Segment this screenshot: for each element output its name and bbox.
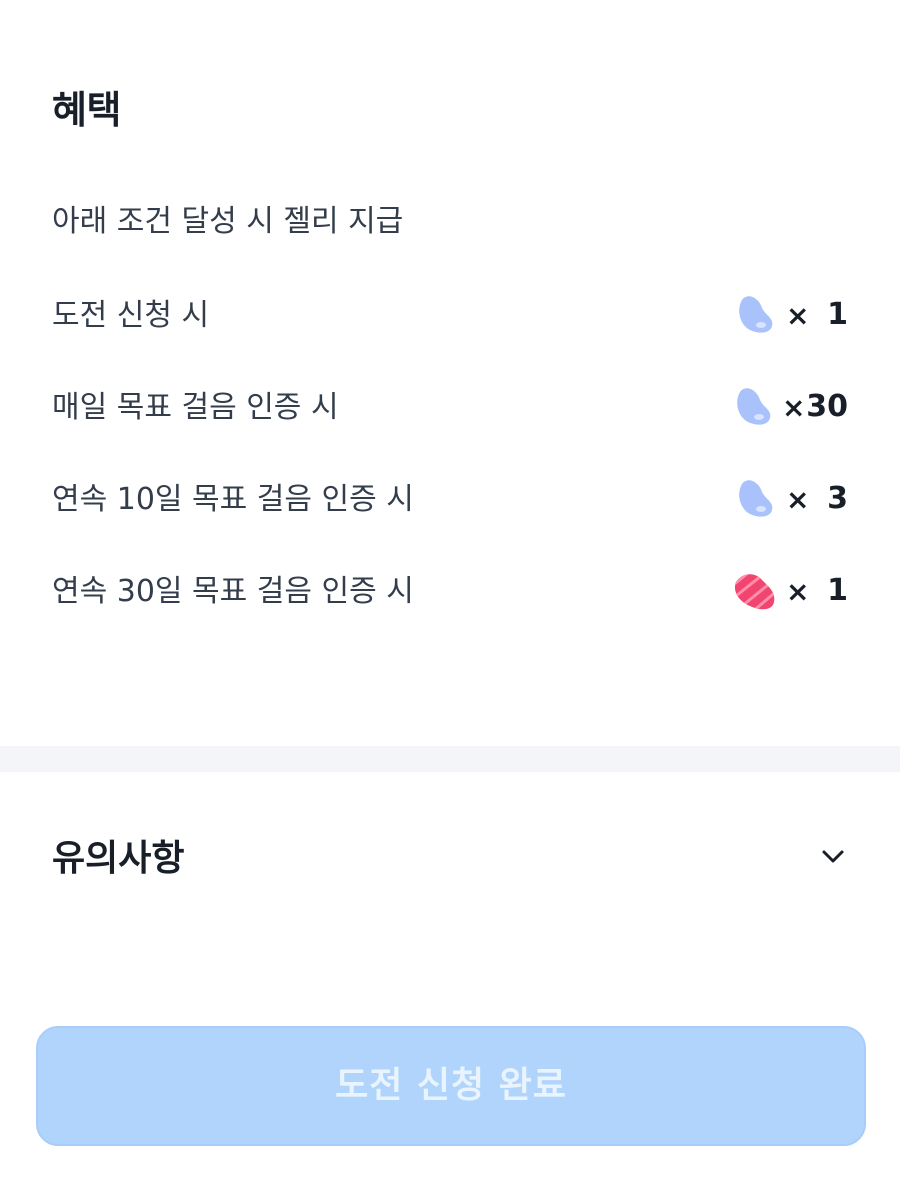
- reward-count: 30: [806, 389, 848, 424]
- chevron-down-icon[interactable]: [818, 842, 848, 872]
- benefits-subtitle: 아래 조건 달성 시 젤리 지급: [52, 204, 404, 239]
- blue-jelly-icon: [739, 296, 773, 333]
- reward-count: 1: [827, 297, 848, 332]
- times-sign: ×: [786, 483, 810, 516]
- section-divider: [0, 746, 900, 772]
- pink-striped-jelly-icon: [734, 574, 775, 610]
- times-sign: ×: [786, 299, 810, 332]
- reward-label: 연속 30일 목표 걸음 인증 시: [52, 574, 414, 609]
- notice-accordion-header[interactable]: 유의사항: [0, 820, 900, 900]
- reward-count: 1: [827, 573, 848, 608]
- benefits-title: 혜택: [52, 88, 121, 132]
- times-sign: ×: [786, 575, 810, 608]
- challenge-apply-complete-button[interactable]: 도전 신청 완료: [36, 1026, 866, 1146]
- blue-jelly-icon: [739, 480, 773, 517]
- reward-row-10days: 연속 10일 목표 걸음 인증 시 × 3: [52, 474, 848, 526]
- blue-jelly-icon: [737, 388, 771, 425]
- reward-row-30days: 연속 30일 목표 걸음 인증 시 × 1: [52, 566, 848, 618]
- notice-title: 유의사항: [52, 838, 185, 879]
- times-sign: ×: [782, 391, 806, 424]
- reward-row-daily: 매일 목표 걸음 인증 시 × 30: [52, 382, 848, 434]
- reward-label: 연속 10일 목표 걸음 인증 시: [52, 482, 414, 517]
- reward-count: 3: [827, 481, 848, 516]
- reward-row-apply: 도전 신청 시 × 1: [52, 290, 848, 342]
- reward-label: 도전 신청 시: [52, 298, 210, 333]
- reward-label: 매일 목표 걸음 인증 시: [52, 390, 339, 425]
